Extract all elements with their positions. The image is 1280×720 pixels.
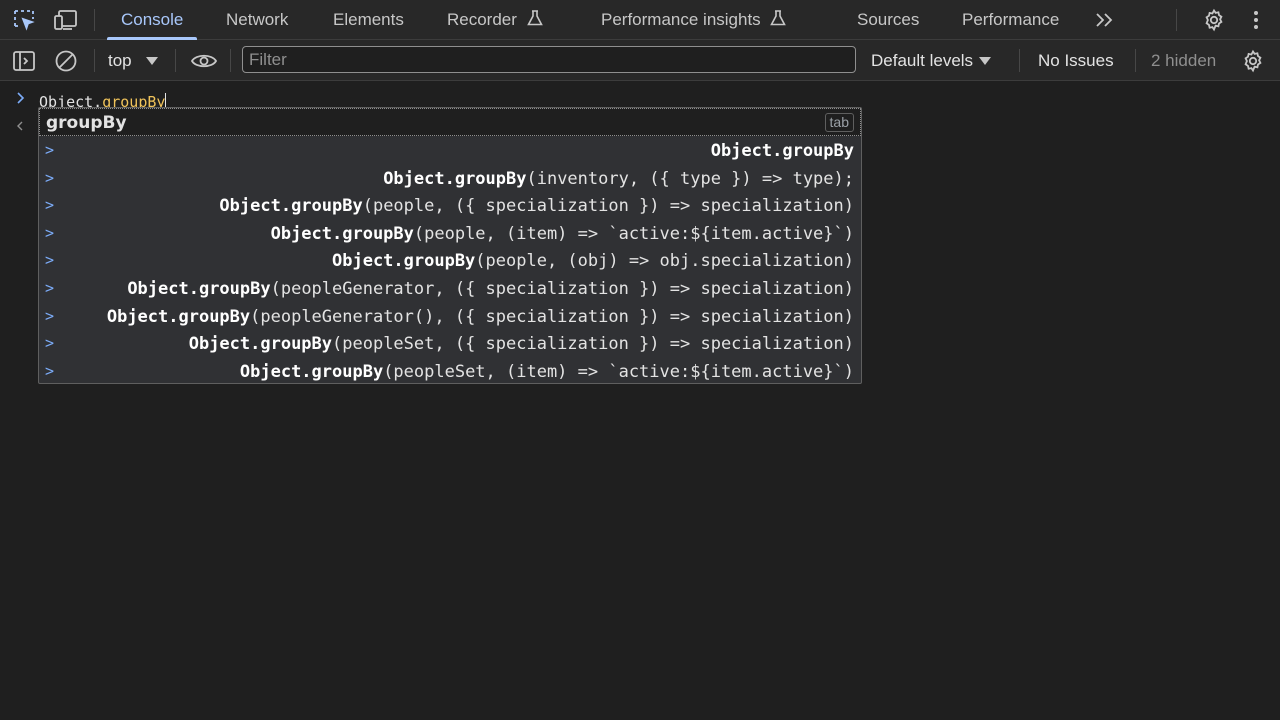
autocomplete-suggestion[interactable]: > Object.groupBy(peopleSet, (item) => `ac… [39,358,861,383]
context-selector[interactable]: top [108,40,158,81]
suggestion-text: Object.groupBy(peopleSet, ({ specializat… [189,334,854,354]
suggestion-args: (peopleSet, ({ specialization }) => spec… [332,334,854,355]
suggestion-match: Object.groupBy [219,196,363,217]
suggestion-match: Object.groupBy [270,223,414,244]
result-arrow-icon [17,121,23,131]
toolbar-divider [230,49,231,72]
autocomplete-selected-suggestion[interactable]: groupBy tab [39,108,861,136]
suggestion-text: Object.groupBy(people, (item) => `active… [271,224,854,244]
suggestion-match: Object.groupBy [239,361,384,382]
default-levels-label: Default levels [871,50,974,70]
suggestion-arrow: > [45,168,55,187]
suggestion-args: (people, ({ specialization }) => special… [362,196,854,217]
dropdown-arrow-icon [979,56,992,65]
tab-bar-divider [1176,9,1177,31]
toolbar-divider [1019,49,1020,72]
tab-console[interactable]: Console [106,0,198,40]
tab-hint-badge: tab [824,113,854,132]
suggestion-arrow: > [45,196,55,215]
eye-icon[interactable] [190,40,218,81]
suggestion-arrow: > [45,279,55,297]
tab-recorder-label: Recorder [447,10,517,29]
kebab-menu-icon[interactable] [1244,0,1268,40]
suggestion-match: Object.groupBy [710,141,854,161]
hidden-count: 2 hidden [1151,50,1217,70]
autocomplete-suggestion[interactable]: > Object.groupBy(peopleGenerator, ({ spec… [39,275,861,303]
more-tabs-icon[interactable] [1092,0,1116,40]
sidebar-toggle-icon[interactable] [12,40,36,81]
autocomplete-header: groupBy [46,113,127,133]
toolbar-divider [175,49,176,72]
suggestion-text: Object.groupBy(people, (obj) => obj.spec… [332,251,854,271]
inspect-element-icon[interactable] [10,0,38,40]
context-selector-value: top [108,50,132,70]
console-toolbar: top Default levels No Issues 2 hidden [0,40,1280,81]
device-toolbar-icon[interactable] [52,0,80,40]
tab-performance-insights[interactable]: Performance insights [601,0,787,40]
suggestion-match: Object.groupBy [127,279,271,299]
suggestion-arrow: > [45,334,55,353]
suggestion-args: (peopleSet, (item) => `active:${item.act… [383,361,854,382]
tab-sources[interactable]: Sources [857,0,919,40]
dropdown-arrow-icon [145,56,158,65]
autocomplete-popup: groupBy tab > Object.groupBy > Object.group… [38,107,862,384]
suggestion-text: Object.groupBy(inventory, ({ type }) => … [383,169,854,189]
default-levels-dropdown[interactable]: Default levels [871,40,992,81]
toolbar-divider [94,49,95,72]
suggestion-arrow: > [45,251,55,270]
autocomplete-suggestion[interactable]: > Object.groupBy(people, (item) => `activ… [39,220,861,248]
autocomplete-suggestion[interactable]: > Object.groupBy(peopleSet, ({ specializa… [39,330,861,358]
autocomplete-suggestion[interactable]: > Object.groupBy(people, (obj) => obj.spe… [39,247,861,275]
suggestion-match: Object.groupBy [332,251,476,272]
autocomplete-suggestion[interactable]: > Object.groupBy(people, ({ specializatio… [39,192,861,220]
issues-button[interactable]: No Issues [1038,40,1114,81]
flask-icon [526,10,543,26]
filter-input[interactable] [242,46,856,73]
suggestion-match: Object.groupBy [188,334,333,355]
tab-bar-divider [94,9,95,31]
suggestion-arrow: > [45,223,55,242]
tab-performance[interactable]: Performance [962,0,1059,40]
suggestion-text: Object.groupBy(peopleGenerator(), ({ spe… [107,307,854,327]
suggestion-arrow: > [45,306,55,325]
autocomplete-suggestion[interactable]: > Object.groupBy [39,137,861,165]
tab-recorder[interactable]: Recorder [447,0,544,40]
autocomplete-suggestion[interactable]: > Object.groupBy(peopleGenerator(), ({ sp… [39,303,861,331]
suggestion-args: (people, (item) => `active:${item.active… [413,223,854,244]
suggestion-arrow: > [45,361,55,380]
suggestion-match: Object.groupBy [383,168,527,189]
tab-elements[interactable]: Elements [333,0,404,40]
suggestion-match: Object.groupBy [106,306,251,327]
suggestion-args: (people, (obj) => obj.specialization) [475,251,854,272]
suggestion-text: Object.groupBy(peopleSet, (item) => `act… [240,362,854,382]
toolbar-divider [1135,49,1136,72]
settings-gear-icon[interactable] [1200,0,1228,40]
suggestion-text: Object.groupBy [711,141,854,161]
autocomplete-suggestion[interactable]: > Object.groupBy(inventory, ({ type }) =>… [39,165,861,193]
clear-console-icon[interactable] [54,40,78,81]
suggestion-args: (peopleGenerator, ({ specialization }) =… [270,279,854,299]
suggestion-text: Object.groupBy(people, ({ specialization… [219,196,854,216]
prompt-chevron-icon [17,92,25,104]
tab-network[interactable]: Network [226,0,288,40]
suggestion-args: (peopleGenerator(), ({ specialization })… [250,306,854,327]
suggestion-args: (inventory, ({ type }) => type); [526,168,854,189]
suggestion-arrow: > [45,141,55,159]
devtools-tab-bar: Console Network Elements Recorder Perfor… [0,0,1280,40]
suggestion-text: Object.groupBy(peopleGenerator, ({ speci… [127,279,854,299]
console-settings-icon[interactable] [1241,40,1265,81]
flask-icon [770,10,787,26]
tab-performance-insights-label: Performance insights [601,10,761,29]
